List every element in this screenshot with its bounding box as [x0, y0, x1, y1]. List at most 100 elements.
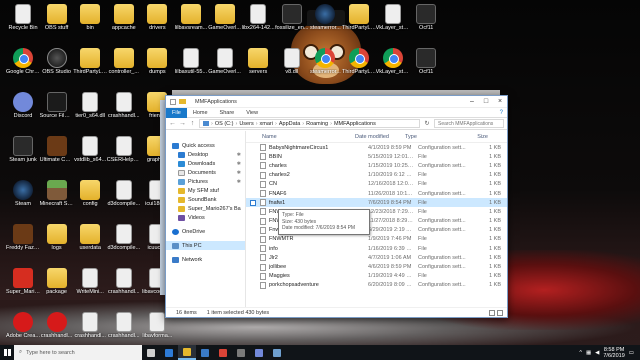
nav-item[interactable]: Downloads ✱ — [166, 159, 245, 168]
desktop-icon[interactable]: servers — [241, 46, 275, 90]
desktop-icon[interactable]: lilbavsream... — [174, 2, 208, 46]
maximize-button[interactable]: □ — [479, 96, 493, 108]
up-arrow-icon[interactable]: ↑ — [189, 120, 196, 127]
desktop-icon[interactable]: steamerror... — [308, 46, 342, 90]
desktop-icon[interactable]: crashhandl... — [107, 90, 141, 134]
file-row[interactable]: BabysNightmareCircus1 4/1/2019 8:59 PM Con… — [246, 143, 507, 152]
notifications-icon[interactable]: ▭ — [629, 350, 634, 356]
file-row[interactable]: porkchopsadventure 6/20/2019 8:09 PM Confi… — [246, 281, 507, 290]
desktop-icon[interactable]: OBS stuff — [40, 2, 74, 46]
breadcrumb-current[interactable]: MMFApplications — [334, 121, 376, 127]
taskbar-app[interactable] — [196, 345, 214, 360]
desktop-icon[interactable]: Ultimate Custom Night — [40, 134, 74, 178]
column-date-modified[interactable]: Date modified — [351, 134, 401, 140]
desktop-icon[interactable]: libx264-142... — [241, 2, 275, 46]
column-type[interactable]: Type — [401, 134, 454, 140]
taskbar-app[interactable] — [214, 345, 232, 360]
file-row[interactable]: CN 12/16/2018 12:01 ... File 1 KB — [246, 180, 507, 189]
desktop-icon[interactable]: appcache — [107, 2, 141, 46]
tab-home[interactable]: Home — [187, 108, 214, 118]
network-tray-icon[interactable]: ▦ — [586, 350, 591, 356]
desktop-icon[interactable]: steamerror... — [308, 2, 342, 46]
desktop-icon[interactable]: ThirdPartyLe... — [342, 46, 376, 90]
desktop-icon[interactable]: Super_Mari... Bara — [6, 266, 40, 310]
tab-view[interactable]: View — [240, 108, 264, 118]
desktop-icon[interactable]: OBS Studio — [40, 46, 74, 90]
taskbar-app[interactable] — [178, 345, 196, 360]
desktop-icon[interactable]: package — [40, 266, 74, 310]
desktop-icon[interactable]: Discord — [6, 90, 40, 134]
file-row[interactable]: charles2 1/10/2019 6:12 PM File 1 KB — [246, 171, 507, 180]
breadcrumb-roaming[interactable]: Roaming — [306, 121, 328, 127]
file-row[interactable]: BBIN 5/15/2019 12:01 PM File 1 KB — [246, 152, 507, 161]
row-checkbox[interactable] — [250, 199, 256, 206]
nav-item[interactable]: Pictures ✱ — [166, 177, 245, 186]
desktop-icon[interactable]: Google Chrome — [6, 46, 40, 90]
desktop-icon[interactable]: d3dcompile... — [107, 222, 141, 266]
forward-arrow-icon[interactable]: → — [179, 120, 186, 127]
file-row[interactable]: info 1/16/2019 6:39 PM File 1 KB — [246, 244, 507, 253]
desktop-icon[interactable]: bin — [73, 2, 107, 46]
file-row[interactable]: FNWMTR 1/9/2019 7:46 PM File 1 KB — [246, 235, 507, 244]
file-row[interactable]: Jlr2 4/7/2019 1:06 AM Configuration sett..… — [246, 253, 507, 262]
desktop-icon[interactable]: Steam — [6, 178, 40, 222]
taskbar-app[interactable] — [268, 345, 286, 360]
desktop-icon[interactable]: Adobe Crea... — [6, 310, 40, 345]
taskbar-app[interactable] — [232, 345, 250, 360]
tab-share[interactable]: Share — [214, 108, 241, 118]
desktop-icon[interactable]: dumps — [140, 46, 174, 90]
nav-item[interactable]: Documents ✱ — [166, 168, 245, 177]
nav-item[interactable]: SoundBank — [166, 195, 245, 204]
refresh-icon[interactable]: ↻ — [423, 120, 431, 127]
nav-quick-access[interactable]: Quick access — [166, 141, 245, 150]
nav-network[interactable]: Network — [166, 255, 245, 264]
desktop-icon[interactable]: VkLayer_ste... — [376, 2, 410, 46]
help-icon[interactable]: ? — [500, 110, 503, 116]
column-size[interactable]: Size — [454, 134, 494, 140]
taskbar-app[interactable] — [250, 345, 268, 360]
column-name[interactable]: Name — [246, 134, 351, 140]
file-row[interactable]: FNAF6 11/26/2018 10:11 ... Configuration s… — [246, 189, 507, 198]
file-row[interactable]: charles 1/15/2019 10:25 PM Configuration s… — [246, 161, 507, 170]
desktop-icon[interactable]: controller_... — [107, 46, 141, 90]
desktop-icon[interactable]: Steam junk — [6, 134, 40, 178]
desktop-icon[interactable]: GameOverl... — [208, 2, 242, 46]
file-row[interactable]: jollibee 4/6/2019 8:59 PM Configuration se… — [246, 262, 507, 271]
nav-item[interactable]: Super_Mario267's Ba — [166, 204, 245, 213]
breadcrumb-users[interactable]: Users — [239, 121, 253, 127]
desktop-icon[interactable]: d3dcompile... — [107, 178, 141, 222]
search-input[interactable]: Search MMFApplications — [434, 119, 504, 128]
nav-item[interactable]: Videos — [166, 213, 245, 222]
desktop-icon[interactable]: lilbaxutil-55... — [174, 46, 208, 90]
desktop-icon[interactable]: CSERHelper... — [107, 134, 141, 178]
desktop-icon[interactable]: config — [73, 178, 107, 222]
quick-access-toolbar-icon[interactable] — [170, 98, 176, 105]
tab-file[interactable]: File — [166, 107, 187, 118]
desktop-icon[interactable]: Minecraft Story Mode... — [40, 178, 74, 222]
desktop-icon[interactable]: Recycle Bin — [6, 2, 40, 46]
desktop-icon[interactable]: Ocf11 — [409, 46, 443, 90]
desktop-icon[interactable]: logs — [40, 222, 74, 266]
desktop-icon[interactable]: fossilize_en... — [275, 2, 309, 46]
desktop-icon[interactable]: tier0_s64.dll — [73, 90, 107, 134]
desktop-icon[interactable]: vstdlib_s64... — [73, 134, 107, 178]
large-icons-view-icon[interactable] — [497, 309, 503, 316]
breadcrumb-user[interactable]: xmari — [260, 121, 273, 127]
tray-chevron-icon[interactable]: ^ — [579, 350, 582, 356]
nav-this-pc[interactable]: This PC — [166, 241, 245, 250]
desktop-icon[interactable]: VkLayer_ste... — [376, 46, 410, 90]
nav-item[interactable]: Desktop ✱ — [166, 150, 245, 159]
taskbar-app[interactable] — [160, 345, 178, 360]
start-button[interactable] — [0, 345, 14, 360]
desktop-icon[interactable]: WriteMini... — [73, 266, 107, 310]
volume-icon[interactable]: ◀ — [595, 350, 599, 356]
breadcrumb-appdata[interactable]: AppData — [279, 121, 300, 127]
details-view-icon[interactable] — [489, 309, 495, 316]
desktop-icon[interactable]: crashhandl... — [107, 266, 141, 310]
taskbar-search[interactable]: ⌕ Type here to search — [14, 345, 142, 360]
clock[interactable]: 8:58 PM 7/6/2019 — [603, 347, 624, 359]
desktop-icon[interactable]: userdata — [73, 222, 107, 266]
back-arrow-icon[interactable]: ← — [169, 120, 176, 127]
nav-item[interactable]: My SFM stuf — [166, 186, 245, 195]
breadcrumb-drive[interactable]: OS (C:) — [215, 121, 234, 127]
